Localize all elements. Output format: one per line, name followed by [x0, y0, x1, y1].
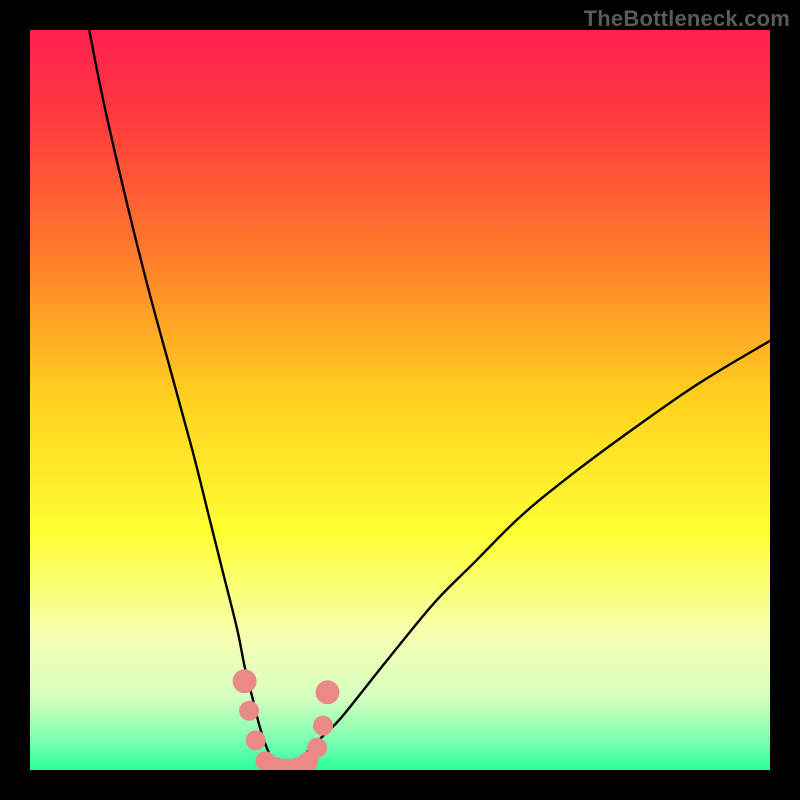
highlight-dot	[315, 680, 339, 704]
highlight-dot	[239, 701, 259, 721]
chart-svg	[30, 30, 770, 770]
highlight-dot	[307, 738, 327, 758]
highlight-dot	[246, 730, 266, 750]
highlight-dot	[233, 669, 257, 693]
plot-area	[30, 30, 770, 770]
gradient-background	[30, 30, 770, 770]
chart-frame: TheBottleneck.com	[0, 0, 800, 800]
watermark-text: TheBottleneck.com	[584, 6, 790, 32]
highlight-dot	[313, 716, 333, 736]
